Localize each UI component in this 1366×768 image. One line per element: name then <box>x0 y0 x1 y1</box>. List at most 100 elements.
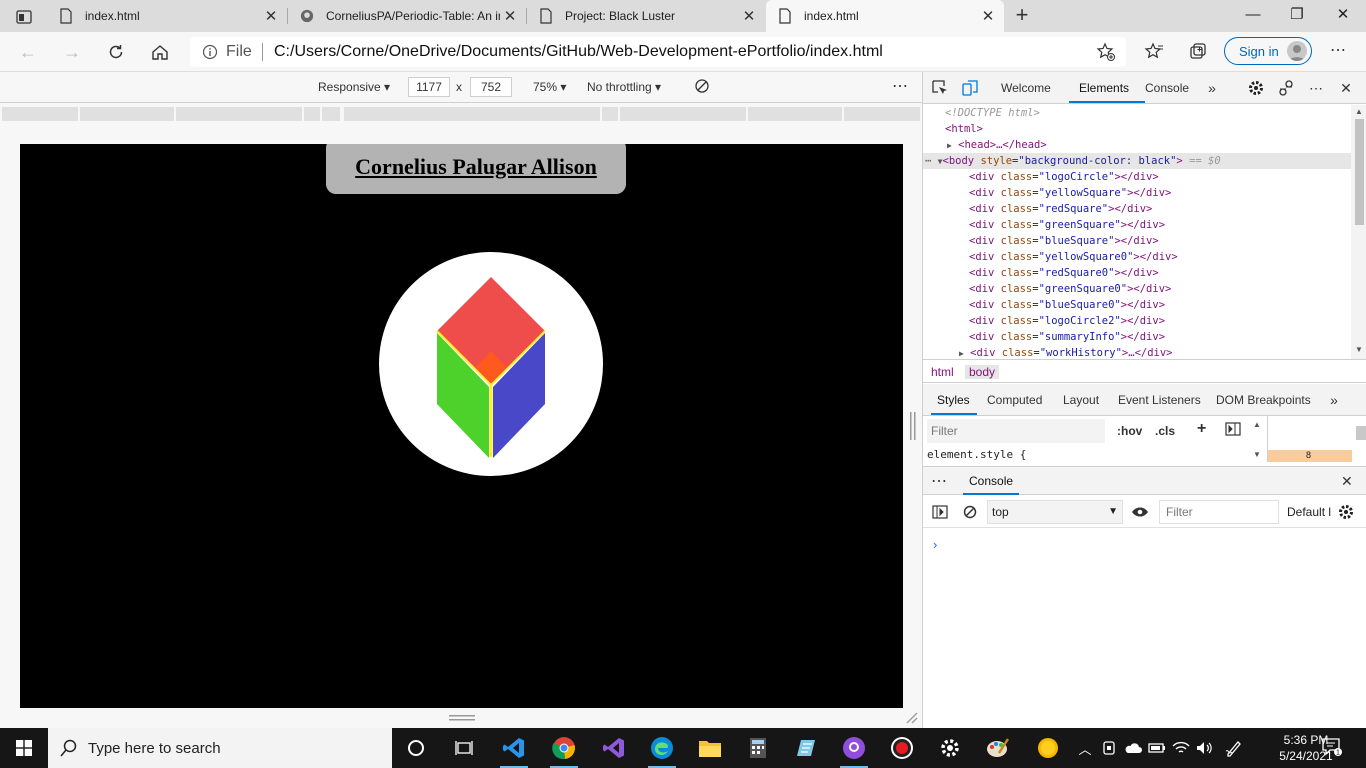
devtools-split-handle[interactable] <box>910 412 916 440</box>
more-tabs-icon[interactable]: » <box>1203 79 1221 97</box>
device-toolbar-toggle[interactable] <box>961 79 979 97</box>
refresh-button[interactable] <box>104 40 128 64</box>
tab-console[interactable]: Console <box>1145 81 1189 95</box>
console-filter-input[interactable]: Filter <box>1159 500 1279 524</box>
taskbar-settings[interactable] <box>926 728 974 768</box>
browser-tab-3[interactable]: Project: Black Luster ✕ <box>527 0 765 32</box>
taskbar-sticky-app[interactable] <box>1024 728 1072 768</box>
taskbar-screen-recorder[interactable] <box>878 728 926 768</box>
context-select[interactable]: top ▼ <box>987 500 1123 524</box>
taskbar-paint[interactable] <box>974 728 1022 768</box>
dom-doctype[interactable]: <!DOCTYPE html> <box>945 105 1040 121</box>
back-button[interactable]: ← <box>16 40 40 64</box>
node-actions-icon[interactable]: ⋯ <box>923 155 931 167</box>
tab-layout[interactable]: Layout <box>1063 393 1099 407</box>
taskbar-calculator[interactable] <box>734 728 782 768</box>
dom-div-node[interactable]: <div class="yellowSquare"></div> <box>969 185 1171 201</box>
close-tab-icon[interactable]: ✕ <box>978 6 998 26</box>
browser-tab-2[interactable]: CorneliusPA/Periodic-Table: An in ✕ <box>288 0 526 32</box>
tab-event-listeners[interactable]: Event Listeners <box>1118 393 1201 407</box>
dom-div-node[interactable]: <div class="summaryInfo"></div> <box>969 329 1165 345</box>
tab-actions-button[interactable] <box>10 7 38 27</box>
log-levels-select[interactable]: Default l <box>1287 505 1331 519</box>
expand-arrow-icon[interactable]: ▶ <box>947 141 952 150</box>
margin-value[interactable]: 8 <box>1306 450 1311 460</box>
tab-styles[interactable]: Styles <box>937 393 970 407</box>
media-query-segment[interactable] <box>80 107 174 121</box>
new-style-rule-icon[interactable]: + <box>1197 420 1206 438</box>
taskbar-file-explorer[interactable] <box>686 728 734 768</box>
media-query-segment[interactable] <box>304 107 320 121</box>
taskbar-chrome[interactable] <box>540 728 588 768</box>
media-query-segment[interactable] <box>344 107 600 121</box>
media-query-segment[interactable] <box>322 107 340 121</box>
battery-icon[interactable] <box>1147 738 1167 758</box>
close-devtools-icon[interactable]: ✕ <box>1337 79 1355 97</box>
start-button[interactable] <box>0 728 48 768</box>
width-input[interactable]: 1177 <box>408 77 450 97</box>
media-query-segment[interactable] <box>602 107 618 121</box>
console-settings-gear-icon[interactable] <box>1337 503 1355 521</box>
browser-tab-4-active[interactable]: index.html ✕ <box>766 0 1004 32</box>
dom-div-node[interactable]: <div class="redSquare0"></div> <box>969 265 1159 281</box>
collections-button[interactable] <box>1186 40 1210 64</box>
dom-div-node[interactable]: ▶ <div class="workHistory">…</div> <box>959 345 1173 359</box>
dom-div-node[interactable]: <div class="blueSquare0"></div> <box>969 297 1165 313</box>
onedrive-cloud-icon[interactable] <box>1123 738 1143 758</box>
show-hidden-icons-chevron-icon[interactable]: ︿ <box>1075 738 1095 758</box>
drawer-tab-console[interactable]: Console <box>969 474 1013 488</box>
scroll-up-icon[interactable]: ▲ <box>1253 420 1261 429</box>
info-icon[interactable] <box>202 44 218 60</box>
dom-head-node[interactable]: ▶ <head>…</head> <box>947 137 1047 153</box>
breadcrumb-html[interactable]: html <box>931 365 954 379</box>
drawer-more-icon[interactable]: ⋯ <box>931 471 947 491</box>
taskbar-notepad[interactable] <box>782 728 830 768</box>
dom-div-node[interactable]: <div class="greenSquare0"></div> <box>969 281 1171 297</box>
show-sidebar-icon[interactable] <box>931 503 949 521</box>
breadcrumb-body[interactable]: body <box>965 365 1000 379</box>
pen-workspace-icon[interactable] <box>1224 738 1244 758</box>
address-bar[interactable]: File C:/Users/Corne/OneDrive/Documents/G… <box>190 37 1126 67</box>
tab-computed[interactable]: Computed <box>987 393 1042 407</box>
toggle-sidebar-icon[interactable] <box>1225 422 1241 439</box>
live-expression-eye-icon[interactable] <box>1131 503 1149 521</box>
styles-filter-input[interactable]: Filter <box>927 419 1105 443</box>
media-query-segment[interactable] <box>2 107 78 121</box>
element-style-rule[interactable]: element.style { <box>927 448 1026 461</box>
connect-device-icon[interactable] <box>1277 79 1295 97</box>
tab-welcome[interactable]: Welcome <box>1001 81 1051 95</box>
tab-dom-breakpoints[interactable]: DOM Breakpoints <box>1216 393 1311 407</box>
home-button[interactable] <box>148 40 172 64</box>
rotate-button[interactable] <box>694 78 710 97</box>
media-query-segment[interactable] <box>176 107 302 121</box>
url-text[interactable]: C:/Users/Corne/OneDrive/Documents/GitHub… <box>274 43 883 61</box>
viewport-resize-handle[interactable] <box>449 714 475 722</box>
dom-scrollbar[interactable]: ▲ ▼ <box>1351 105 1366 359</box>
task-view-button[interactable] <box>440 728 488 768</box>
dom-div-node[interactable]: <div class="greenSquare"></div> <box>969 217 1165 233</box>
settings-gear-icon[interactable] <box>1247 79 1265 97</box>
taskbar-vscode[interactable] <box>490 728 538 768</box>
device-select[interactable]: Responsive ▾ <box>318 80 390 94</box>
taskbar-search-box[interactable]: Type here to search <box>48 728 392 768</box>
close-drawer-icon[interactable]: ✕ <box>1341 473 1353 490</box>
console-prompt[interactable]: › <box>933 537 937 552</box>
tab-elements[interactable]: Elements <box>1079 81 1129 95</box>
dom-body-node-selected[interactable]: ⋯ ▼<body style="background-color: black"… <box>923 153 1351 169</box>
wifi-icon[interactable] <box>1171 738 1191 758</box>
new-tab-button[interactable]: + <box>1010 4 1034 28</box>
devtools-more-icon[interactable]: ⋯ <box>1307 79 1325 97</box>
zoom-select[interactable]: 75% ▾ <box>533 80 566 94</box>
scroll-thumb[interactable] <box>1355 119 1364 225</box>
scroll-down-icon[interactable]: ▼ <box>1355 345 1363 354</box>
cls-toggle[interactable]: .cls <box>1155 424 1175 438</box>
dom-html-node[interactable]: <html> <box>945 121 983 137</box>
more-pane-tabs-icon[interactable]: » <box>1325 391 1343 409</box>
close-tab-icon[interactable]: ✕ <box>261 6 281 26</box>
throttling-select[interactable]: No throttling ▾ <box>587 80 661 94</box>
forward-button[interactable]: → <box>60 40 84 64</box>
dom-div-node[interactable]: <div class="logoCircle2"></div> <box>969 313 1165 329</box>
dom-div-node[interactable]: <div class="redSquare"></div> <box>969 201 1152 217</box>
dom-div-node[interactable]: <div class="logoCircle"></div> <box>969 169 1159 185</box>
close-tab-icon[interactable]: ✕ <box>500 6 520 26</box>
